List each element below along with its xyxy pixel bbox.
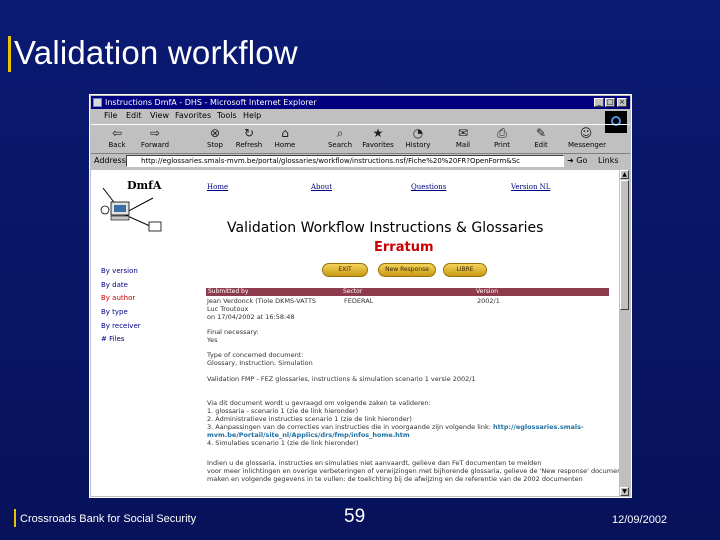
back-button[interactable]: ⇦ Back — [99, 126, 135, 152]
history-button[interactable]: ◔ History — [400, 126, 436, 152]
submitter-name: Jean Verdonck (Tiole DKMS-VATTS — [207, 297, 317, 305]
slide-title: Validation workflow — [14, 34, 298, 71]
favorites-icon: ★ — [372, 126, 384, 140]
printer-icon: ⎙ — [497, 126, 507, 140]
messenger-icon: ☺ — [579, 126, 593, 140]
refresh-icon: ↻ — [243, 126, 255, 140]
menu-favorites[interactable]: Favorites — [175, 110, 211, 122]
side-link-by-version[interactable]: By version — [101, 267, 138, 275]
refresh-button[interactable]: ↻ Refresh — [231, 126, 267, 152]
window-title: Instructions DmfA - DHS - Microsoft Inte… — [105, 98, 317, 107]
nav-home-link[interactable]: Home — [207, 183, 228, 191]
doc-type-label: Type of concerned document: — [207, 351, 304, 359]
history-icon: ◔ — [412, 126, 424, 140]
submitter-line-2: Luc Troutoux — [207, 305, 249, 313]
slide-date: 12/09/2002 — [612, 514, 668, 526]
header-submitted-by: Submitted by — [208, 288, 249, 295]
mail-button[interactable]: ✉ Mail — [445, 126, 481, 152]
submitted-on: on 17/04/2002 at 16:58:48 — [207, 313, 295, 321]
window-titlebar: Instructions DmfA - DHS - Microsoft Inte… — [91, 96, 630, 109]
nav-about-link[interactable]: About — [311, 183, 332, 191]
exit-pill-button[interactable]: EXIT — [322, 263, 368, 277]
ie-app-icon — [93, 98, 102, 107]
body-line-5-link[interactable]: mvm.be/Portail/site_nl/Applics/drs/fmp/i… — [207, 431, 410, 439]
sector-value: FEDERAL — [344, 297, 374, 305]
scroll-up-arrow-icon[interactable]: ▲ — [620, 170, 629, 179]
version-value: 2002/1 — [477, 297, 500, 305]
menu-file[interactable]: File — [104, 110, 117, 122]
bottom-line-3: maken en volgende gegevens in te vullen:… — [207, 475, 583, 483]
page-heading: Validation Workflow Instructions & Gloss… — [227, 220, 544, 236]
scroll-thumb[interactable] — [620, 180, 629, 310]
side-link-by-author[interactable]: By author — [101, 294, 135, 302]
mail-icon: ✉ — [457, 126, 469, 140]
body-line-1: Via dit document wordt u gevraagd om vol… — [207, 399, 431, 407]
details-header-row: Submitted by Sector Version — [206, 288, 609, 296]
slide-page-number: 59 — [344, 506, 366, 527]
go-button[interactable]: ➜ Go — [567, 156, 587, 165]
home-button[interactable]: ⌂ Home — [267, 126, 303, 152]
scroll-down-arrow-icon[interactable]: ▼ — [620, 487, 629, 496]
side-link-by-receiver[interactable]: By receiver — [101, 322, 141, 330]
new-response-pill-button[interactable]: New Response — [378, 263, 436, 277]
forward-arrow-icon: ⇨ — [149, 126, 161, 140]
menu-tools[interactable]: Tools — [217, 110, 237, 122]
title-accent-bar — [8, 36, 11, 72]
side-link-files[interactable]: # Files — [101, 335, 124, 343]
back-arrow-icon: ⇦ — [111, 126, 123, 140]
nav-questions-link[interactable]: Questions — [411, 183, 446, 191]
links-button[interactable]: Links — [598, 156, 619, 165]
messenger-button[interactable]: ☺ Messenger — [568, 126, 606, 152]
browser-toolbar: ⇦ Back ⇨ Forward ⊗ Stop ↻ Refresh ⌂ Home… — [91, 124, 630, 154]
minimize-button[interactable]: _ — [594, 98, 604, 107]
stop-icon: ⊗ — [209, 126, 221, 140]
menu-view[interactable]: View — [150, 110, 169, 122]
menu-help[interactable]: Help — [243, 110, 261, 122]
page-content: DmfA Home About Questions Version NL Val… — [91, 170, 619, 496]
erratum-label: Erratum — [374, 240, 434, 255]
menu-bar: File Edit View Favorites Tools Help — [91, 110, 630, 122]
menu-edit[interactable]: Edit — [126, 110, 142, 122]
body-line-6: 4. Simulaties scenario 1 (zie de link hi… — [207, 439, 359, 447]
close-button[interactable]: × — [617, 98, 627, 107]
eglossaries-link[interactable]: http://eglossaries.smals- — [493, 423, 584, 431]
forward-button[interactable]: ⇨ Forward — [137, 126, 173, 152]
nav-version-nl-link[interactable]: Version NL — [511, 183, 550, 191]
final-label: Final necessary: — [207, 328, 259, 336]
logo-text: DmfA — [127, 179, 162, 192]
search-icon: ⌕ — [336, 126, 344, 140]
doc-type-value: Glossary, Instruction, Simulation — [207, 359, 313, 367]
address-bar: Address http://eglossaries.smals-mvm.be/… — [91, 154, 630, 168]
body-line-3: 2. Administratieve instructies scenario … — [207, 415, 412, 423]
bottom-line-1: Indien u de glossaria, instructies en si… — [207, 459, 542, 467]
validation-title-line: Validation FMP - FEZ glossaries, instruc… — [207, 375, 476, 383]
header-version: Version — [476, 288, 499, 295]
print-button[interactable]: ⎙ Print — [484, 126, 520, 152]
home-icon: ⌂ — [281, 126, 289, 140]
edit-icon: ✎ — [535, 126, 547, 140]
maximize-button[interactable]: □ — [605, 98, 615, 107]
favorites-button[interactable]: ★ Favorites — [360, 126, 396, 152]
dmfa-logo: DmfA — [97, 178, 172, 238]
vertical-scrollbar[interactable]: ▲ ▼ — [619, 170, 630, 496]
final-value: Yes — [207, 336, 218, 344]
footer-accent-bar — [14, 509, 16, 527]
body-line-4: 3. Aanpassingen van de correcties van in… — [207, 423, 584, 431]
stop-button[interactable]: ⊗ Stop — [197, 126, 233, 152]
address-input[interactable]: http://eglossaries.smals-mvm.be/portal/g… — [126, 155, 564, 167]
browser-window: Instructions DmfA - DHS - Microsoft Inte… — [89, 94, 632, 498]
body-line-2: 1. glossaria - scenario 1 (zie de link h… — [207, 407, 359, 415]
footer-organization: Crossroads Bank for Social Security — [20, 513, 197, 525]
edit-button[interactable]: ✎ Edit — [523, 126, 559, 152]
libre-pill-button[interactable]: LIBRE — [443, 263, 487, 277]
search-button[interactable]: ⌕ Search — [322, 126, 358, 152]
side-link-by-date[interactable]: By date — [101, 281, 128, 289]
address-label: Address — [94, 156, 126, 165]
bottom-line-2: voor meer inlichtingen en overige verbet… — [207, 467, 619, 475]
header-sector: Sector — [343, 288, 363, 295]
side-link-by-type[interactable]: By type — [101, 308, 128, 316]
